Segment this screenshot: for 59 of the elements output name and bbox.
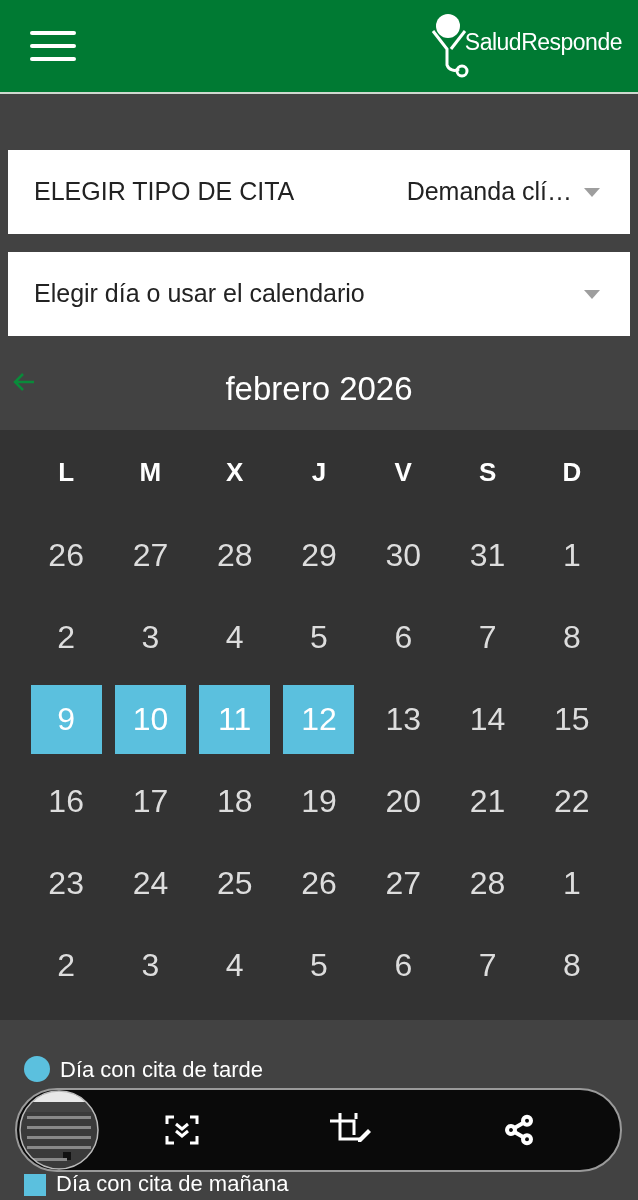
weekday-label: M — [138, 455, 163, 489]
legend-text: Día con cita de tarde — [60, 1058, 263, 1082]
day-cell[interactable]: 22 — [536, 766, 608, 836]
day-cell[interactable]: 28 — [452, 848, 524, 918]
day-cell[interactable]: 20 — [367, 766, 439, 836]
day-cell[interactable]: 14 — [452, 684, 524, 754]
day-cell[interactable]: 5 — [283, 930, 355, 1000]
day-cell[interactable]: 7 — [452, 930, 524, 1000]
day-cell[interactable]: 26 — [283, 848, 355, 918]
day-cell[interactable]: 2 — [30, 930, 102, 1000]
day-cell[interactable]: 8 — [536, 602, 608, 672]
day-cell[interactable]: 1 — [536, 848, 608, 918]
day-cell[interactable]: 28 — [199, 520, 271, 590]
day-cell[interactable]: 26 — [30, 520, 102, 590]
day-cell[interactable]: 5 — [283, 602, 355, 672]
weekday-label: S — [477, 455, 498, 489]
weekday-label: D — [561, 455, 583, 489]
dropdown-caret-icon — [584, 187, 600, 197]
day-cell[interactable]: 1 — [536, 520, 608, 590]
day-cell[interactable]: 7 — [452, 602, 524, 672]
day-cell[interactable]: 17 — [114, 766, 186, 836]
legend-text: Día con cita de mañana — [56, 1172, 289, 1196]
day-cell[interactable]: 23 — [30, 848, 102, 918]
day-cell[interactable]: 24 — [114, 848, 186, 918]
appointment-type-select[interactable]: ELEGIR TIPO DE CITA Demanda clí… — [8, 150, 630, 234]
menu-icon[interactable] — [30, 31, 76, 61]
select-placeholder: Elegir día o usar el calendario — [34, 278, 366, 310]
day-cell[interactable]: 3 — [114, 930, 186, 1000]
day-cell[interactable]: 4 — [199, 930, 271, 1000]
day-cell[interactable]: 27 — [367, 848, 439, 918]
weekday-label: J — [310, 455, 328, 489]
weekday-label: L — [57, 455, 76, 489]
day-cell[interactable]: 30 — [367, 520, 439, 590]
day-cell[interactable]: 25 — [199, 848, 271, 918]
dropdown-caret-icon — [584, 289, 600, 299]
day-cell[interactable]: 13 — [367, 684, 439, 754]
logo-text: SaludResponde — [464, 27, 622, 57]
day-cell[interactable]: 18 — [199, 766, 271, 836]
day-cell[interactable]: 2 — [30, 602, 102, 672]
day-cell[interactable]: 6 — [367, 602, 439, 672]
day-cell[interactable]: 29 — [283, 520, 355, 590]
day-cell[interactable]: 4 — [199, 602, 271, 672]
day-cell[interactable]: 3 — [114, 602, 186, 672]
day-cell[interactable]: 27 — [114, 520, 186, 590]
day-cell[interactable]: 6 — [367, 930, 439, 1000]
select-value: Demanda clí… — [406, 176, 572, 208]
scroll-capture-icon[interactable] — [164, 1115, 199, 1145]
weekday-label: V — [393, 455, 413, 489]
select-label: ELEGIR TIPO DE CITA — [34, 176, 296, 208]
day-cell[interactable]: 16 — [30, 766, 102, 836]
day-cell[interactable]: 31 — [452, 520, 524, 590]
day-cell[interactable]: 8 — [536, 930, 608, 1000]
share-icon[interactable] — [502, 1114, 535, 1146]
day-cell[interactable]: 19 — [283, 766, 355, 836]
day-cell[interactable]: 15 — [536, 684, 608, 754]
month-title: febrero 2026 — [225, 369, 413, 410]
day-cell[interactable]: 21 — [452, 766, 524, 836]
weekday-label: X — [225, 455, 245, 489]
day-select[interactable]: Elegir día o usar el calendario — [8, 252, 630, 336]
